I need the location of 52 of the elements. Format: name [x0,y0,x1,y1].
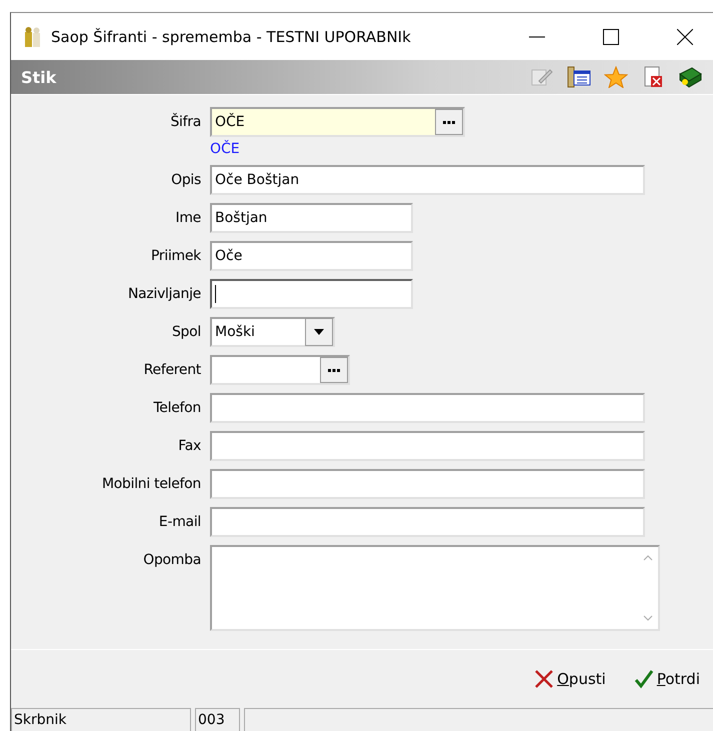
text-field[interactable] [210,279,413,309]
field-label: Mobilni telefon [101,475,202,494]
dropdown-arrow-icon [314,329,324,335]
pencil-icon [531,67,553,87]
field-label: Ime [174,209,202,228]
delete-document-icon [643,66,663,88]
app-icon [23,26,43,48]
field-label: Opomba [142,551,202,570]
star-icon [604,66,628,88]
checkmark-icon [634,669,654,689]
list-button[interactable] [566,64,592,90]
scroll-list-icon [567,66,591,88]
favorite-button[interactable] [603,64,629,90]
status-pane: Skrbnik [11,708,191,731]
text-field[interactable] [210,355,350,385]
field-label: Telefon [152,399,202,418]
field-label: Nazivljanje [126,285,202,304]
maximize-icon [603,28,619,44]
scroll-up-icon[interactable] [643,555,653,561]
text-field[interactable] [210,431,645,461]
ellipsis-icon [328,368,340,372]
confirm-button[interactable]: Potrdi [634,669,700,689]
field-label: Spol [170,323,202,342]
field-label: Fax [177,437,202,456]
form-title: Stik [21,68,58,86]
status-pane: 003 [195,708,240,731]
text-field[interactable] [210,469,645,499]
scroll-down-icon[interactable] [643,615,653,621]
field-label: E-mail [158,513,202,532]
text-field[interactable]: OČE [210,107,465,137]
browse-button[interactable] [435,109,463,135]
browse-button[interactable] [320,357,348,383]
minimize-icon [529,36,545,38]
field-label: Referent [142,361,202,380]
code-hint: OČE [210,141,241,157]
text-cursor [215,285,216,303]
text-field[interactable]: Boštjan [210,203,413,233]
text-field[interactable]: Oče [210,241,413,271]
close-icon [677,28,693,44]
notes-field[interactable] [210,545,660,631]
text-field[interactable]: Oče Boštjan [210,165,645,195]
cancel-button[interactable]: Opusti [534,669,606,689]
text-field[interactable] [210,507,645,537]
field-label: Priimek [150,247,202,266]
field-label: Šifra [169,112,202,132]
ellipsis-icon [443,120,455,124]
field-label: Opis [170,171,202,190]
window-title: Saop Šifranti - sprememba - TESTNI UPORABNIk [51,28,412,46]
dropdown[interactable]: Moški [210,317,335,347]
text-field[interactable] [210,393,645,423]
help-book-icon [678,66,702,88]
cross-icon [534,669,554,689]
